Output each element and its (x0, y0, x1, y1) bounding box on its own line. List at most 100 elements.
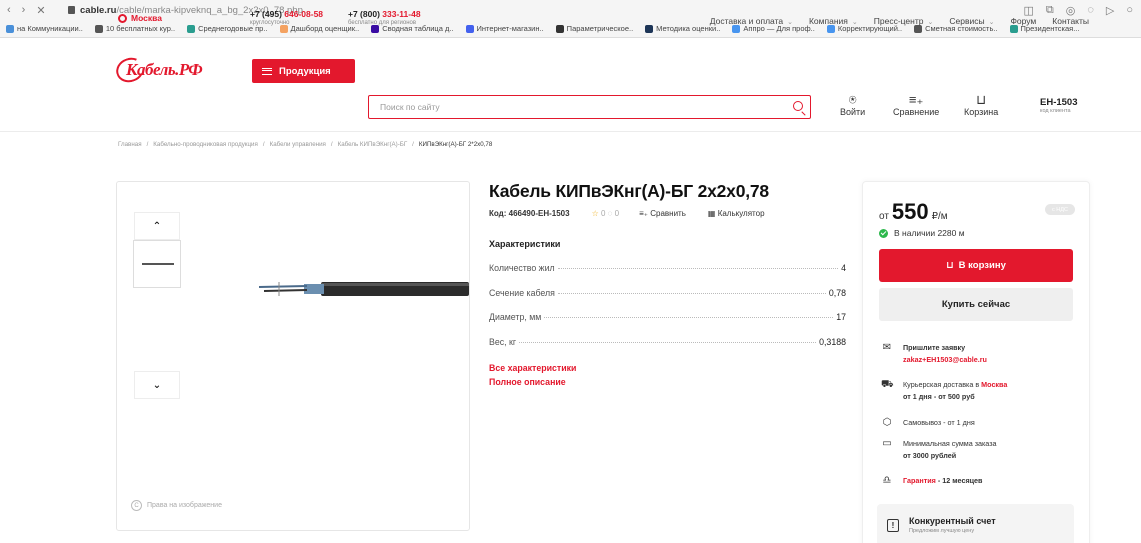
chevron-down-icon: ⌄ (851, 19, 858, 26)
bookmark-item[interactable]: Интернет-магазин.. (460, 24, 550, 33)
compare-label: Сравнение (893, 107, 940, 117)
delivery-terms: от 1 дня - от 500 руб (903, 392, 975, 401)
back-icon[interactable]: ‹ (7, 4, 11, 17)
login-button[interactable]: ⍟ Войти (840, 92, 865, 118)
comment-icon: ◌ (607, 209, 613, 218)
ribbon-icon: ♎ (882, 475, 892, 486)
phone1-prefix: +7 (495) (250, 9, 285, 19)
bookmark-item[interactable]: 10 бесплатных кур.. (89, 24, 181, 33)
pickup-label: Самовывоз - от 1 дня (903, 418, 975, 427)
products-label: Продукция (279, 65, 331, 77)
compare-button[interactable]: ≡₊ Сравнение (893, 92, 940, 118)
phone-regions[interactable]: +7 (800) 333-11-48 бесплатно для регионо… (348, 9, 421, 26)
bookmark-favicon-icon (465, 24, 474, 33)
shield-icon[interactable]: ◌ (1087, 4, 1094, 17)
spec-leader-dots (557, 268, 839, 269)
rating[interactable]: ☆ 0 ◌ 0 (592, 209, 620, 218)
add-to-cart-label: В корзину (958, 260, 1006, 271)
bookmark-label: Параметрическое.. (566, 24, 634, 33)
cable-wire-1 (259, 285, 308, 288)
compare-icon: ≡₊ (639, 209, 648, 218)
products-menu-button[interactable]: Продукция (252, 59, 355, 83)
bookmark-item[interactable]: Параметрическое.. (550, 24, 639, 33)
breadcrumb-separator: / (330, 141, 333, 148)
price-value: 550 (891, 199, 929, 224)
forward-icon[interactable]: › (22, 4, 26, 17)
camera-icon[interactable]: ◎ (1066, 4, 1076, 17)
buy-panel: от 550 ₽/м с НДС В наличии 2280 м ⊔ В корз… (862, 181, 1090, 543)
tab-icon[interactable]: ◫ (1023, 4, 1033, 17)
gallery-thumbnail[interactable] (133, 240, 181, 288)
search-icon[interactable] (793, 101, 803, 111)
compare-link[interactable]: ≡₊ Сравнить (639, 209, 686, 218)
delivery-city-link[interactable]: Москва (981, 380, 1007, 389)
city-selector[interactable]: Москва (118, 13, 162, 23)
top-menu-item[interactable]: Форум (1010, 16, 1036, 26)
chevron-down-icon: ⌄ (927, 19, 934, 26)
phone2-prefix: +7 (800) (348, 9, 383, 19)
request-email-link[interactable]: zakaz+EH1503@cable.ru (903, 355, 987, 364)
site-logo[interactable]: Кабель.РФ (112, 53, 224, 87)
top-menu-item[interactable]: Компания ⌄ (809, 16, 858, 26)
search-input[interactable]: Поиск по сайту (368, 95, 811, 119)
share-icon[interactable]: ⧉ (1046, 4, 1054, 17)
extension-icon[interactable]: ○ (1126, 4, 1133, 17)
breadcrumb-item[interactable]: Кабельно-проводниковая продукция (153, 141, 258, 148)
spec-label: Диаметр, мм (489, 312, 542, 322)
vat-badge: с НДС (1045, 204, 1075, 215)
box-icon: ⬡ (882, 417, 892, 428)
phone2-note: бесплатно для регионов (348, 20, 417, 26)
spec-value: 0,3188 (819, 336, 846, 347)
spec-leader-dots (544, 317, 834, 318)
all-specs-link[interactable]: Все характеристики (489, 361, 576, 375)
top-menu-item[interactable]: Сервисы ⌄ (949, 16, 994, 26)
user-icon: ⍟ (848, 92, 857, 107)
bookmark-favicon-icon (645, 24, 654, 33)
phone-moscow[interactable]: +7 (495) 646-08-58 круглосуточно (250, 9, 323, 26)
calculator-icon: ▦ (707, 209, 716, 218)
browser-tools: ◫ ⧉ ◎ ◌ ▷ ○ (1023, 4, 1141, 17)
price-prefix: от (879, 211, 889, 222)
breadcrumb-item[interactable]: Кабель КИПвЭКнг(А)-БГ (338, 141, 408, 148)
cable-wire-2 (263, 289, 308, 292)
spec-row: Сечение кабеля 0,78 (489, 288, 846, 313)
logo-text: Кабель.РФ (126, 60, 203, 79)
rating-value: 0 (600, 209, 606, 218)
bookmark-label: на Коммуникации.. (17, 24, 83, 33)
warranty-link[interactable]: Гарантия (903, 476, 936, 485)
feature-warranty: ♎ Гарантия - 12 месяцев (881, 475, 983, 487)
add-to-cart-button[interactable]: ⊔ В корзину (879, 249, 1073, 282)
top-menu-item[interactable]: Контакты (1052, 16, 1089, 26)
breadcrumb-item[interactable]: Кабели управления (270, 141, 326, 148)
play-icon[interactable]: ▷ (1106, 4, 1114, 17)
specs-list: Количество жил 4 Сечение кабеля 0,78 Диаметр… (489, 263, 846, 361)
calculator-link[interactable]: ▦ Калькулятор (708, 209, 765, 218)
gallery-down-button[interactable]: ⌄ (134, 371, 180, 399)
top-menu: Доставка и оплата ⌄ Компания ⌄ Пресс-центр ⌄ С… (710, 16, 1089, 26)
search-placeholder: Поиск по сайту (380, 102, 440, 112)
top-menu-item[interactable]: Доставка и оплата ⌄ (710, 16, 793, 26)
competitive-offer-button[interactable]: ! Конкурентный счет Предложим лучшую цен… (877, 504, 1074, 543)
close-icon[interactable]: ✕ (36, 4, 45, 17)
buy-now-button[interactable]: Купить сейчас (879, 288, 1073, 321)
spec-row: Вес, кг 0,3188 (489, 337, 846, 362)
gallery-up-button[interactable]: ⌃ (134, 212, 180, 240)
feature-request: ✉ Пришлите заявку zakaz+EH1503@cable.ru (881, 342, 987, 366)
image-rights[interactable]: C Права на изображение (131, 500, 222, 511)
breadcrumb-item[interactable]: КИПвЭКнг(А)-БГ 2*2х0,78 (419, 141, 492, 148)
compare-link-label: Сравнить (650, 209, 686, 218)
browser-nav: ‹ › ✕ (0, 4, 68, 17)
feature-delivery: ⛟ Курьерская доставка в Москва от 1 дня -… (881, 379, 1007, 403)
compare-icon: ≡₊ (908, 92, 924, 107)
cart-button[interactable]: ⊔ Корзина (964, 93, 998, 118)
bookmark-item[interactable]: на Коммуникации.. (0, 24, 89, 33)
full-description-link[interactable]: Полное описание (489, 375, 576, 389)
client-code: ЕН-1503 код клиента (1040, 97, 1078, 114)
competitive-subtitle: Предложим лучшую цену (909, 528, 975, 534)
chevron-down-icon: ⌄ (152, 379, 162, 391)
client-code-note: код клиента (1040, 108, 1071, 114)
breadcrumb-item[interactable]: Главная (118, 141, 142, 148)
top-menu-item[interactable]: Пресс-центр ⌄ (874, 16, 934, 26)
phone1-note: круглосуточно (250, 20, 290, 26)
top-menu-label: Контакты (1052, 16, 1089, 26)
